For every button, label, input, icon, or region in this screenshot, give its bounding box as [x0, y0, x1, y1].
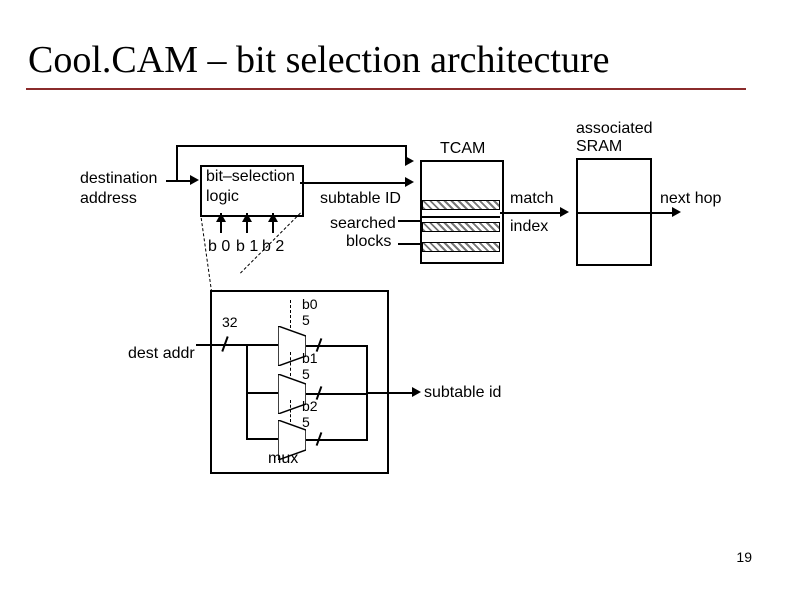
arrowhead-match-index	[560, 207, 569, 217]
page-title: Cool.CAM – bit selection architecture	[28, 38, 609, 82]
wire-dest-addr	[196, 344, 246, 346]
label-associated: associated	[576, 120, 653, 138]
wire-bypass-vert	[176, 145, 178, 182]
sram-divider	[576, 212, 648, 214]
wire-logic-to-tcam-top	[300, 182, 405, 184]
label-destination: destination	[80, 170, 157, 188]
label-tcam: TCAM	[440, 140, 485, 158]
label-blocks: blocks	[346, 233, 391, 251]
label-5a: 5	[302, 312, 310, 328]
wire-next-hop	[648, 212, 674, 214]
tap-3	[246, 438, 278, 440]
arrowhead-dest-to-logic	[190, 175, 199, 185]
label-b0-low: b0	[302, 296, 318, 312]
arrowhead-b1	[242, 213, 252, 222]
arrowhead-bypass	[405, 156, 414, 166]
label-b1: b 1	[236, 238, 258, 256]
wire-bypass-horiz	[176, 145, 405, 147]
label-searched: searched	[330, 215, 396, 233]
label-index: index	[510, 218, 548, 236]
tcam-entry-1	[422, 200, 500, 210]
sel-b2	[290, 400, 291, 422]
tap-1	[246, 344, 278, 346]
label-address: address	[80, 190, 137, 208]
label-b2-low: b2	[302, 398, 318, 414]
out-3	[306, 439, 366, 441]
label-subtable-id-low: subtable id	[424, 384, 501, 402]
title-underline	[26, 88, 746, 90]
arrowhead-subtable-id-low	[412, 387, 421, 397]
label-logic: logic	[206, 188, 239, 206]
wire-search-1	[398, 220, 420, 222]
label-b0: b 0	[208, 238, 230, 256]
arrowhead-logic-to-tcam-top	[405, 177, 414, 187]
arrowhead-next-hop	[672, 207, 681, 217]
arrowhead-b0	[216, 213, 226, 222]
tap-2	[246, 392, 278, 394]
arrowhead-b2	[268, 213, 278, 222]
tcam-divider	[420, 216, 500, 218]
label-5c: 5	[302, 414, 310, 430]
tcam-entry-2	[422, 222, 500, 232]
out-final	[366, 392, 414, 394]
wire-dest-to-logic	[166, 180, 191, 182]
out-1	[306, 345, 366, 347]
label-b1-low: b1	[302, 350, 318, 366]
sel-b1	[290, 352, 291, 376]
page-number: 19	[736, 549, 752, 565]
label-32: 32	[222, 314, 238, 330]
label-subtable-id-top: subtable ID	[320, 190, 401, 208]
tcam-entry-3	[422, 242, 500, 252]
label-5b: 5	[302, 366, 310, 382]
wire-match-index	[500, 212, 560, 214]
label-dest-addr: dest addr	[128, 345, 195, 363]
label-bit-selection: bit–selection	[206, 168, 295, 186]
wire-search-2	[398, 243, 420, 245]
label-mux: mux	[268, 450, 298, 468]
out-2	[306, 393, 366, 395]
label-next-hop: next hop	[660, 190, 721, 208]
label-match: match	[510, 190, 554, 208]
label-sram: SRAM	[576, 138, 622, 156]
sel-b0	[290, 300, 291, 328]
